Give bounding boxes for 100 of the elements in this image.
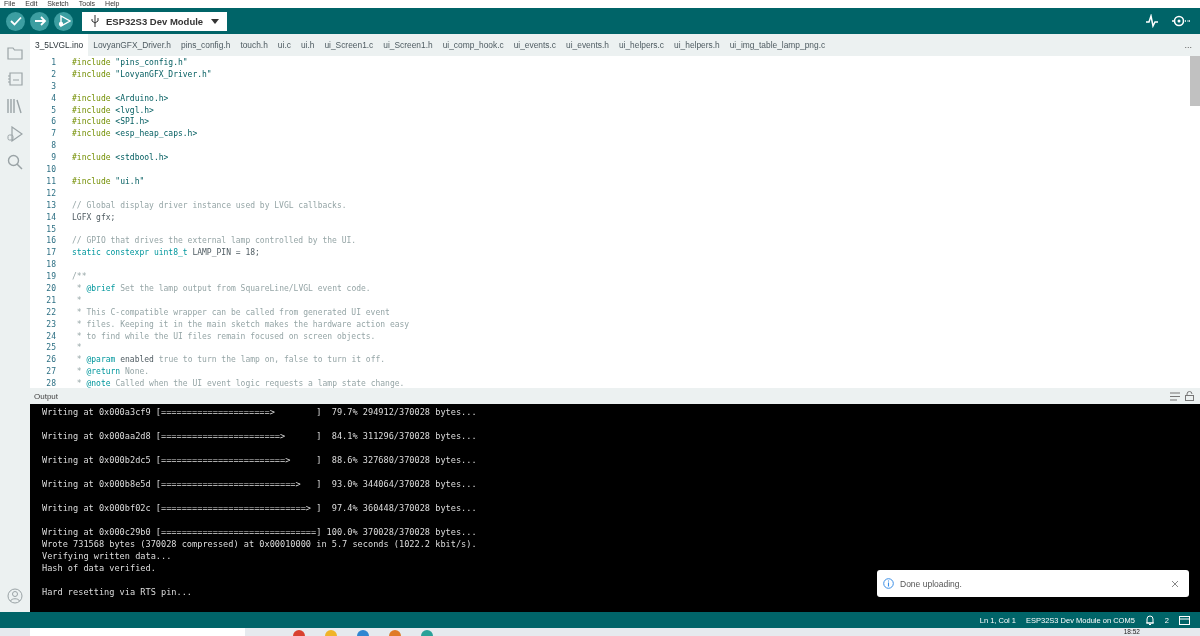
code-line: * — [75, 295, 82, 305]
file-tab[interactable]: 3_5LVGL.ino — [30, 34, 89, 56]
debug-button[interactable] — [54, 11, 73, 31]
line-number: 3 — [50, 81, 56, 91]
arrow-icon — [32, 14, 47, 28]
code-line: * @brief Set the lamp output from SquareLine/LVGL event code. — [75, 283, 371, 293]
code-line: * This C-compatible wrapper can be called from generated UI event — [75, 307, 390, 317]
line-number: 13 — [45, 200, 56, 210]
code-line: * to find while the UI files remain focused on screen objects. — [75, 331, 376, 341]
output-line: Writing at 0x000b2dc5 [========================> ] 88.6% 327680/370028 bytes... — [42, 454, 478, 466]
line-number: 6 — [50, 117, 56, 127]
debug-icon — [56, 14, 71, 28]
lock-icon[interactable] — [1185, 391, 1194, 402]
file-tab[interactable]: ui.c — [272, 34, 296, 56]
line-number: 12 — [45, 188, 56, 198]
file-tab[interactable]: touch.h — [235, 34, 273, 56]
file-tab[interactable]: ui_comp_hook.c — [437, 34, 509, 56]
output-line: Writing at 0x000a3cf9 [=====================> ] 79.7% 294912/370028 bytes... — [42, 406, 478, 418]
code-line: * @return None. — [75, 367, 150, 377]
code-line: // Global display driver instance used by LVGL callbacks. — [72, 200, 347, 210]
caret-icon — [211, 18, 219, 24]
code-line: static constexpr uint8_t LAMP_PIN = 18; — [72, 248, 260, 258]
output-line: Verifying written data... — [42, 550, 173, 562]
code-line: #include <stdbool.h> — [72, 153, 169, 163]
code-line: * files. Keeping it in the main sketch makes the hardware action easy — [75, 319, 410, 329]
line-number: 19 — [45, 272, 56, 282]
code-line: #include <Arduino.h> — [72, 93, 169, 103]
output-line: Wrote 731568 bytes (370028 compressed) at 0x00010000 in 5.7 seconds (1022.2 kbit/s). — [42, 538, 478, 550]
code-line: * @param enabled true to turn the lamp on, false to turn it off. — [75, 355, 386, 365]
line-number: 1 — [50, 58, 56, 68]
board-selector[interactable]: ESP32S3 Dev Module — [82, 11, 227, 31]
usb-icon — [90, 15, 100, 27]
file-tab[interactable]: ui_events.c — [508, 34, 562, 56]
line-number: 16 — [45, 236, 56, 246]
board-icon[interactable] — [7, 72, 23, 86]
code-line: #include "pins_config.h" — [72, 58, 188, 68]
file-tab[interactable]: LovyanGFX_Driver.h — [88, 34, 176, 56]
line-number: 25 — [45, 343, 56, 353]
line-number: 28 — [45, 379, 56, 389]
notification-message: Done uploading. — [900, 578, 962, 589]
output-line: Writing at 0x000c29b0 [==============================] 100.0% 370028/370028 bytes... — [42, 526, 478, 538]
line-number: 9 — [50, 153, 56, 163]
line-number: 24 — [45, 331, 56, 341]
code-line: * @note Called when the UI event logic requests a lamp state change. — [75, 379, 405, 389]
line-number: 5 — [50, 105, 56, 115]
code-line: // GPIO that drives the external lamp controlled by the UI. — [72, 236, 357, 246]
line-number: 22 — [45, 307, 56, 317]
library-icon[interactable] — [7, 98, 23, 114]
line-number: 18 — [45, 260, 56, 270]
search-icon[interactable] — [7, 154, 23, 170]
line-number: 11 — [45, 176, 56, 186]
info-icon — [883, 578, 894, 589]
line-number: 21 — [45, 295, 56, 305]
code-line: LGFX gfx; — [72, 212, 116, 222]
code-line: #include <esp_heap_caps.h> — [72, 129, 198, 139]
scrollbar-thumb[interactable] — [1190, 55, 1200, 106]
serial-monitor-icon[interactable] — [1172, 14, 1190, 28]
taskbar-search-field[interactable] — [30, 628, 245, 636]
code-line: /** — [72, 272, 87, 282]
file-tab[interactable]: pins_config.h — [176, 34, 236, 56]
line-number: 10 — [45, 165, 56, 175]
output-line: Writing at 0x000b8e5d [==========================> ] 93.0% 344064/370028 bytes... — [42, 478, 478, 490]
line-number: 20 — [45, 283, 56, 293]
clear-output-icon[interactable] — [1170, 391, 1181, 401]
folder-icon[interactable] — [7, 46, 23, 60]
file-tab[interactable]: ui_helpers.h — [669, 34, 725, 56]
file-tab[interactable]: ui_Screen1.c — [319, 34, 379, 56]
line-number: 15 — [45, 224, 56, 234]
line-number: 27 — [45, 367, 56, 377]
code-line: #include <SPI.h> — [72, 117, 150, 127]
check-icon — [8, 14, 23, 28]
output-line: Writing at 0x000bf02c [============================> ] 97.4% 360448/370028 bytes... — [42, 502, 478, 514]
upload-button[interactable] — [30, 11, 49, 31]
file-tab[interactable]: ui_img_table_lamp_png.c — [724, 34, 831, 56]
serial-plotter-icon[interactable] — [1145, 14, 1159, 28]
verify-button[interactable] — [6, 11, 25, 31]
code-line: #include <lvgl.h> — [72, 105, 154, 115]
file-tab[interactable]: ui.h — [295, 34, 320, 56]
code-line: #include "LovyanGFX_Driver.h" — [72, 69, 212, 79]
profile-icon[interactable] — [7, 588, 23, 604]
bell-icon[interactable] — [1144, 615, 1155, 625]
output-line: Hard resetting via RTS pin... — [42, 586, 194, 598]
line-number: 26 — [45, 355, 56, 365]
output-title: Output — [34, 391, 58, 401]
line-number: 4 — [50, 93, 56, 103]
line-number: 8 — [50, 141, 56, 151]
line-number: 2 — [50, 69, 56, 79]
output-line: Hash of data verified. — [42, 562, 157, 574]
line-number: 7 — [50, 129, 56, 139]
line-number: 14 — [45, 212, 56, 222]
debug-icon[interactable] — [7, 126, 23, 142]
panel-icon[interactable] — [1179, 615, 1190, 625]
output-line: Writing at 0x000aa2d8 [=======================> ] 84.1% 311296/370028 bytes... — [42, 430, 478, 442]
file-tab[interactable]: ui_helpers.c — [613, 34, 670, 56]
close-icon[interactable] — [1171, 579, 1179, 588]
code-line: * — [75, 343, 82, 353]
file-tab[interactable]: ui_events.h — [561, 34, 614, 56]
more-tabs-button[interactable]: ... — [1176, 34, 1200, 56]
code-line: #include "ui.h" — [72, 176, 145, 186]
file-tab[interactable]: ui_Screen1.h — [378, 34, 438, 56]
